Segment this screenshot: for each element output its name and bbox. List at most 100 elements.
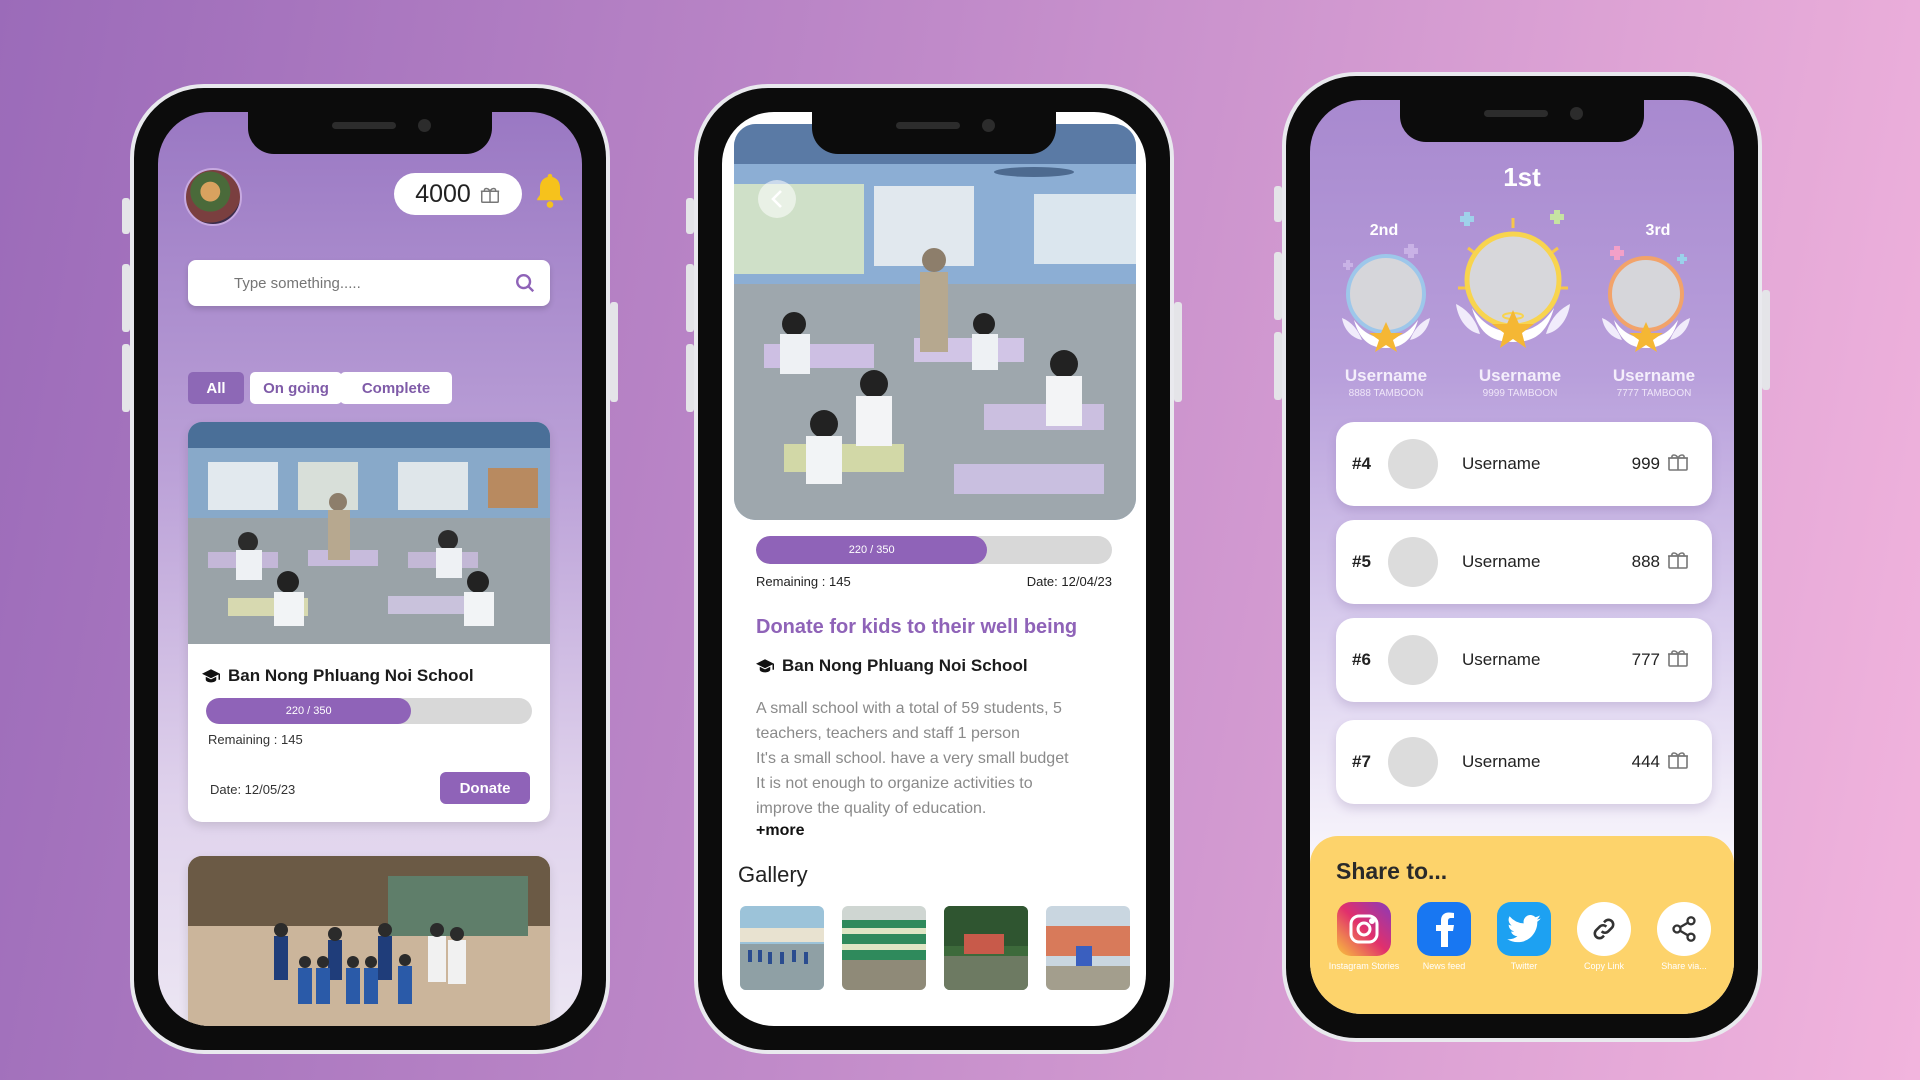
filter-ongoing[interactable]: On going: [250, 372, 342, 404]
podium-username: Username: [1478, 366, 1562, 385]
coin-balance: 4000: [394, 173, 522, 215]
gallery-thumbnail[interactable]: [944, 906, 1028, 990]
third-place-avatar[interactable]: [1594, 240, 1698, 360]
classroom-photo: [188, 422, 550, 644]
row-score: 999: [1631, 454, 1660, 473]
power-button: [1174, 302, 1182, 402]
date-text: Date: 12/04/23: [1026, 574, 1112, 589]
avatar[interactable]: [184, 168, 242, 226]
volume-down-button: [1274, 332, 1282, 400]
share-copy-link[interactable]: Copy Link: [1564, 902, 1644, 972]
podium-username: Username: [1344, 366, 1428, 385]
filter-complete[interactable]: Complete: [340, 372, 452, 404]
gift-icon: [1668, 650, 1688, 667]
first-place-label: 1st: [1503, 162, 1541, 192]
leaderboard-row[interactable]: #5 Username 888: [1336, 520, 1712, 604]
row-score: 777: [1631, 650, 1660, 669]
campaign-heading: Donate for kids to their well being: [756, 616, 1078, 638]
facebook-icon: [1417, 902, 1471, 956]
leaderboard-row[interactable]: #4 Username 999: [1336, 422, 1712, 506]
volume-up-button: [1274, 252, 1282, 320]
search-input[interactable]: [234, 260, 484, 306]
phone-home: 4000 All On going Complete: [122, 84, 618, 1054]
home-screen: 4000 All On going Complete: [158, 112, 582, 1026]
share-label: Share via...: [1661, 961, 1707, 971]
instagram-icon: [1337, 902, 1391, 956]
row-username: Username: [1462, 454, 1541, 473]
project-card[interactable]: Ban Nong Phluang Noi School 220 / 350 Re…: [188, 422, 550, 822]
share-label: Instagram Stories: [1328, 961, 1400, 971]
power-button: [610, 302, 618, 402]
row-score: 444: [1631, 752, 1660, 771]
notch: [812, 112, 1056, 154]
notch: [248, 112, 492, 154]
date-text: Date: 12/05/23: [210, 782, 296, 797]
row-score: 888: [1631, 552, 1660, 571]
graduation-cap-icon: [756, 659, 774, 673]
row-username: Username: [1462, 752, 1541, 771]
school-name: Ban Nong Phluang Noi School: [202, 666, 474, 686]
description-line: It is not enough to organize activities …: [756, 775, 1033, 792]
bell-icon[interactable]: [532, 171, 568, 211]
row-username: Username: [1462, 650, 1541, 669]
search-icon[interactable]: [514, 272, 536, 294]
share-label: News feed: [1422, 961, 1466, 971]
share-via[interactable]: Share via...: [1644, 902, 1724, 972]
side-button: [1274, 186, 1282, 222]
filter-all[interactable]: All: [188, 372, 244, 404]
donate-button[interactable]: Donate: [440, 772, 530, 804]
school-name: Ban Nong Phluang Noi School: [756, 656, 1028, 676]
project-card-2[interactable]: [188, 856, 550, 1026]
leaderboard-screen: 1st 2nd 3rd Username 8888 TAMBOON Userna…: [1310, 100, 1734, 1014]
podium-username: Username: [1612, 366, 1696, 385]
progress-fill: 220 / 350: [206, 698, 412, 724]
gallery-thumbnail[interactable]: [740, 906, 824, 990]
podium-points: 9999 TAMBOON: [1482, 388, 1558, 399]
progress-bar: 220 / 350: [206, 698, 532, 724]
progress-text: 220 / 350: [285, 705, 332, 717]
rank-number: #6: [1352, 650, 1371, 669]
gallery-thumbnail[interactable]: [842, 906, 926, 990]
second-place-avatar[interactable]: [1334, 240, 1438, 360]
twitter-icon: [1497, 902, 1551, 956]
share-label: Copy Link: [1583, 961, 1625, 971]
remaining-text: Remaining : 145: [208, 732, 303, 747]
leaderboard-row[interactable]: #6 Username 777: [1336, 618, 1712, 702]
volume-down-button: [122, 344, 130, 412]
progress-bar: 220 / 350: [756, 536, 1112, 564]
avatar: [1388, 635, 1438, 685]
leaderboard-row[interactable]: #7 Username 444: [1336, 720, 1712, 804]
classroom-hero-photo: [734, 124, 1136, 520]
first-place-avatar[interactable]: [1448, 208, 1578, 358]
share-title: Share to...: [1336, 858, 1448, 884]
side-button: [122, 198, 130, 234]
phone-leaderboard: 1st 2nd 3rd Username 8888 TAMBOON Userna…: [1274, 72, 1770, 1042]
side-button: [686, 198, 694, 234]
gift-icon: [1668, 552, 1688, 569]
rank-number: #5: [1352, 552, 1371, 571]
description-line: It's a small school. have a very small b…: [756, 750, 1069, 767]
rank-number: #7: [1352, 752, 1371, 771]
description-line: teachers, teachers and staff 1 person: [756, 725, 1020, 742]
podium-points: 8888 TAMBOON: [1348, 388, 1424, 399]
gallery-title: Gallery: [738, 862, 808, 887]
group-photo: [188, 856, 550, 1026]
description: A small school with a total of 59 studen…: [756, 696, 1126, 821]
more-link[interactable]: +more: [756, 822, 804, 840]
share-icon: [1657, 902, 1711, 956]
gift-icon: [480, 187, 499, 203]
graduation-cap-icon: [202, 669, 220, 683]
share-twitter[interactable]: Twitter: [1484, 902, 1564, 972]
chevron-left-icon: [771, 190, 782, 208]
share-instagram[interactable]: Instagram Stories: [1324, 902, 1404, 972]
back-button[interactable]: [758, 180, 796, 218]
school-name-text: Ban Nong Phluang Noi School: [782, 656, 1028, 675]
description-line: A small school with a total of 59 studen…: [756, 700, 1062, 717]
description-line: improve the quality of education.: [756, 800, 987, 817]
gift-icon: [1668, 752, 1688, 769]
share-facebook[interactable]: News feed: [1404, 902, 1484, 972]
share-label: Twitter: [1510, 961, 1538, 971]
gallery-thumbnail[interactable]: [1046, 906, 1130, 990]
detail-screen: 220 / 350 Remaining : 145 Date: 12/04/23…: [722, 112, 1146, 1026]
volume-up-button: [686, 264, 694, 332]
